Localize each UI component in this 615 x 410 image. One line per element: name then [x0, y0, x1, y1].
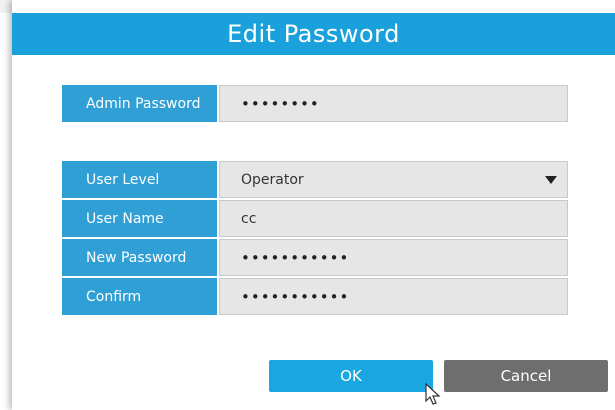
user-level-label: User Level [62, 161, 217, 198]
ok-button[interactable]: OK [269, 360, 433, 392]
dialog-title: Edit Password [12, 13, 615, 55]
new-password-label: New Password [62, 239, 217, 276]
chevron-down-icon[interactable] [545, 176, 557, 184]
cancel-button[interactable]: Cancel [444, 360, 608, 392]
user-level-value: Operator [241, 171, 304, 188]
confirm-label: Confirm [62, 278, 217, 315]
admin-password-field[interactable]: •••••••• [219, 85, 568, 122]
user-name-label: User Name [62, 200, 217, 237]
confirm-password-field[interactable]: ••••••••••• [219, 278, 568, 315]
edit-password-dialog: Edit Password Admin Password •••••••• Us… [12, 0, 615, 410]
mouse-pointer-icon [425, 382, 441, 405]
user-name-field[interactable]: cc [219, 200, 568, 237]
admin-password-label: Admin Password [62, 85, 217, 122]
user-level-select[interactable]: Operator [219, 161, 568, 198]
new-password-field[interactable]: ••••••••••• [219, 239, 568, 276]
